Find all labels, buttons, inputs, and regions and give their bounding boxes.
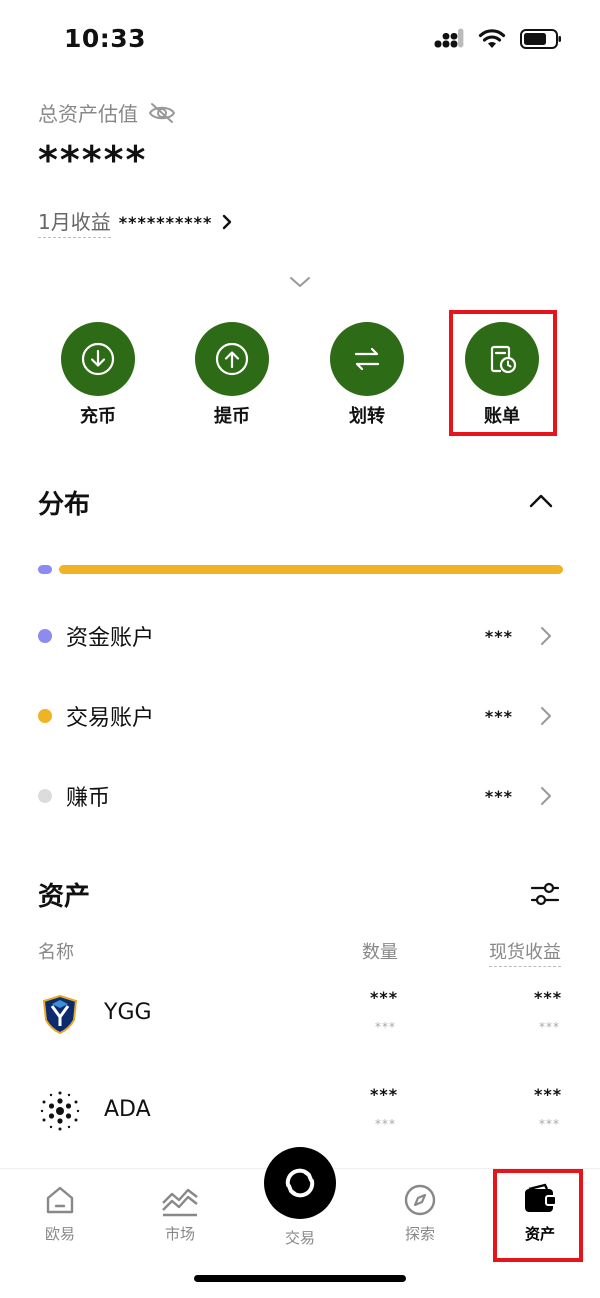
tab-explore-label: 探索 [404,1225,435,1243]
asset-symbol: YGG [104,1000,152,1025]
account-name: 赚币 [66,786,111,811]
total-assets-label-text: 总资产估值 [38,102,138,126]
home-indicator [194,1275,406,1282]
deposit-icon [81,342,115,376]
account-value: *** [484,626,513,646]
tab-trade[interactable]: 交易 [250,1227,350,1248]
wifi-icon [478,29,506,48]
distribution-segment-trading [59,565,563,574]
status-bar: 10:33 [0,0,600,80]
account-row-trading[interactable]: 交易账户 *** [38,696,563,736]
transfer-label: 划转 [349,406,385,427]
asset-quantity-sub: *** [375,1020,396,1034]
compass-icon [404,1184,436,1216]
account-name: 交易账户 [66,706,155,731]
deposit-label: 充币 [80,406,116,427]
asset-pnl-sub: *** [539,1117,560,1131]
account-value: *** [484,786,513,806]
total-assets-value: ***** [38,138,148,182]
asset-pnl: *** [534,1085,563,1104]
account-row-earn[interactable]: 赚币 *** [38,776,563,816]
tab-trade-label: 交易 [284,1229,315,1247]
bill-highlight-box [449,310,557,436]
tab-market-label: 市场 [164,1225,195,1243]
chevron-right-icon [541,627,551,645]
asset-quantity-sub: *** [375,1117,396,1131]
account-row-funding[interactable]: 资金账户 *** [38,616,563,656]
expand-chevron-down-icon[interactable] [288,274,312,290]
trade-swap-button[interactable] [264,1147,336,1219]
column-header-quantity[interactable]: 数量 [362,938,398,964]
ada-logo [40,1091,80,1131]
asset-row-ygg[interactable]: YGG *** *** *** *** [38,974,563,1054]
distribution-segment-funding [38,565,52,574]
assets-tab-highlight-box [493,1169,583,1262]
asset-pnl: *** [534,988,563,1007]
asset-symbol: ADA [104,1097,151,1122]
assets-title: 资产 [38,882,91,912]
account-value: *** [484,706,513,726]
asset-quantity: *** [370,1085,399,1104]
chevron-right-icon [541,787,551,805]
monthly-pnl-row[interactable]: 1月收益 ********** [38,206,234,238]
withdraw-label: 提币 [214,406,250,427]
asset-quantity: *** [370,988,399,1007]
chevron-right-icon [223,214,232,230]
trading-dot [38,709,52,723]
filter-sliders-icon[interactable] [530,880,560,908]
withdraw-icon [215,342,249,376]
eye-hidden-icon[interactable] [148,102,176,124]
status-time: 10:33 [64,24,147,53]
asset-row-ada[interactable]: ADA *** *** *** *** [38,1071,563,1151]
tab-explore[interactable]: 探索 [370,1183,470,1244]
cellular-signal-icon [434,28,464,48]
column-header-spot-pnl[interactable]: 现货收益 [489,938,561,967]
deposit-button[interactable]: 充币 [43,322,153,428]
transfer-icon [354,347,380,371]
withdraw-button[interactable]: 提币 [177,322,287,428]
account-name: 资金账户 [66,626,155,651]
transfer-button[interactable]: 划转 [312,322,422,428]
column-header-name: 名称 [38,942,74,963]
distribution-title: 分布 [38,490,91,520]
collapse-chevron-up-icon[interactable] [528,492,554,510]
battery-icon [520,29,561,49]
home-icon [46,1186,74,1214]
earn-dot [38,789,52,803]
tab-market[interactable]: 市场 [130,1183,230,1244]
tab-home[interactable]: 欧易 [10,1183,110,1244]
chevron-right-icon [541,707,551,725]
monthly-pnl-label: 1月收益 [38,206,111,238]
distribution-bar [38,565,563,575]
tab-home-label: 欧易 [44,1225,75,1243]
ygg-logo [42,994,78,1035]
market-chart-icon [162,1188,198,1217]
funding-dot [38,629,52,643]
monthly-pnl-value: ********** [118,212,213,232]
status-icons [434,28,562,50]
asset-pnl-sub: *** [539,1020,560,1034]
total-assets-label: 总资产估值 [38,98,176,127]
swap-icon [285,1168,315,1198]
